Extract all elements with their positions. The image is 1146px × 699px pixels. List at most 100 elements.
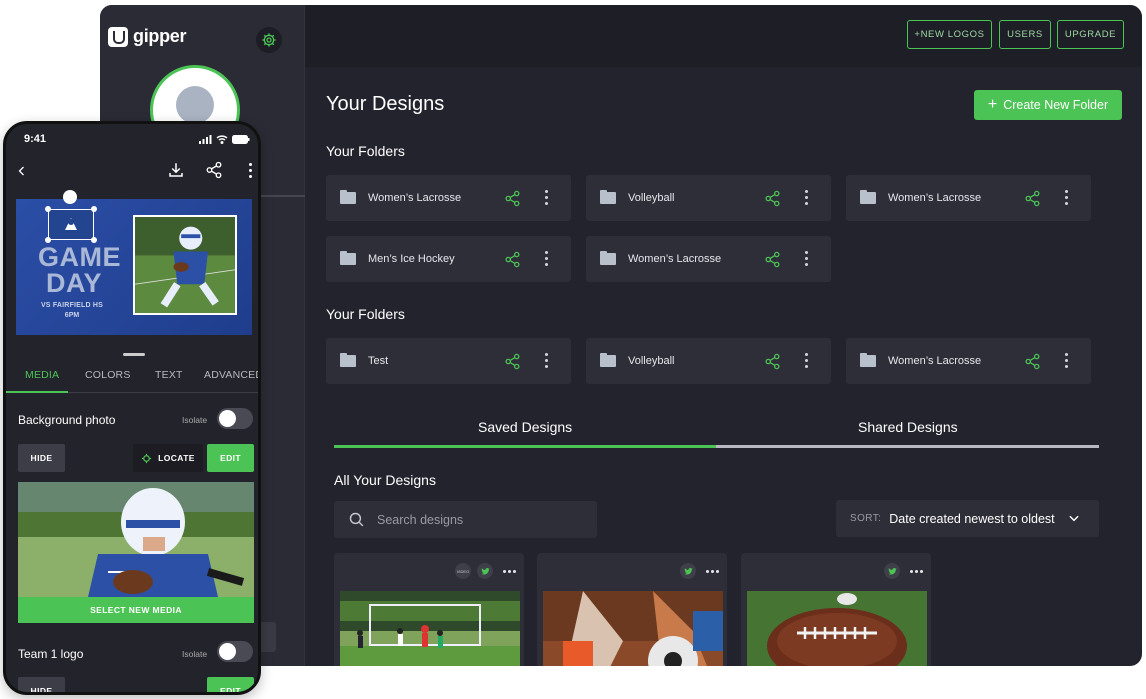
card-meta: VIDEO [455,563,516,579]
isolate-label-2: Isolate [182,649,208,659]
folders-heading-2: Your Folders [326,306,405,322]
folder-name: Volleyball [628,192,675,204]
share-icon[interactable] [764,251,781,268]
more-vertical-icon[interactable] [249,163,252,181]
tab-saved-designs[interactable]: Saved Designs [478,419,572,435]
search-input[interactable] [377,512,577,527]
design-card[interactable]: VIDEO [334,553,524,666]
more-vertical-icon[interactable] [545,353,549,371]
media-photo [18,482,254,597]
more-horizontal-icon[interactable] [910,569,923,573]
folder-name: Volleyball [628,355,675,367]
phone-toolbar [6,160,258,184]
logo-selection[interactable] [45,206,97,243]
resize-handle[interactable] [91,206,97,212]
more-vertical-icon[interactable] [545,190,549,208]
tab-media[interactable]: MEDIA [25,369,59,381]
more-vertical-icon[interactable] [805,353,809,371]
rotate-handle[interactable] [63,190,77,204]
resize-handle[interactable] [45,237,51,243]
gear-icon [262,33,276,47]
folder-icon [600,353,616,367]
folder-item[interactable]: Women’s Lacrosse [586,236,831,282]
design-preview[interactable]: GAME DAY VS FAIRFIELD HS 6PM [16,199,252,335]
more-horizontal-icon[interactable] [706,569,719,573]
phone-tabs: MEDIA COLORS TEXT ADVANCED [6,369,258,393]
isolate-toggle-2[interactable] [217,641,253,662]
hide-button-2[interactable]: HIDE [18,677,65,692]
users-button[interactable]: USERS [999,20,1051,49]
locate-button[interactable]: LOCATE [133,444,203,472]
share-icon[interactable] [1024,190,1041,207]
isolate-label: Isolate [182,415,208,425]
share-icon[interactable] [504,251,521,268]
isolate-toggle[interactable] [217,408,253,429]
share-icon[interactable] [205,161,223,179]
tab-shared-designs[interactable]: Shared Designs [858,419,958,435]
more-vertical-icon[interactable] [1065,190,1069,208]
sheet-handle[interactable] [123,353,145,356]
twitter-icon [680,563,696,579]
create-folder-button[interactable]: + Create New Folder [974,90,1122,120]
edit-button-2[interactable]: EDIT [207,677,254,692]
folder-item[interactable]: Test [326,338,571,384]
locate-label: LOCATE [158,453,195,463]
resize-handle[interactable] [45,206,51,212]
status-time: 9:41 [24,133,47,145]
tab-colors[interactable]: COLORS [85,369,131,381]
search-icon [349,512,364,527]
brand-logo[interactable]: gipper [108,26,187,47]
settings-button[interactable] [256,27,282,53]
upgrade-button[interactable]: UPGRADE [1057,20,1124,49]
avatar-placeholder [176,86,214,124]
design-card[interactable] [741,553,931,666]
video-badge: VIDEO [455,563,471,579]
tab-active-indicator [6,391,68,393]
brand-name: gipper [133,26,187,46]
twitter-icon [477,563,493,579]
resize-handle[interactable] [91,237,97,243]
design-card[interactable] [537,553,727,666]
more-vertical-icon[interactable] [545,251,549,269]
back-chevron-icon[interactable] [16,164,28,178]
battery-icon [232,135,250,144]
share-icon[interactable] [764,190,781,207]
folder-item[interactable]: Volleyball [586,338,831,384]
share-icon[interactable] [504,353,521,370]
tab-text[interactable]: TEXT [155,369,183,381]
folder-name: Women’s Lacrosse [888,192,982,204]
folder-item[interactable]: Women’s Lacrosse [326,175,571,221]
sort-value: Date created newest to oldest [889,511,1055,526]
plus-icon: + [987,96,998,113]
folder-name: Test [368,355,389,367]
more-horizontal-icon[interactable] [503,569,516,573]
folder-icon [340,353,356,367]
card-meta [680,563,719,579]
team-logo-label: Team 1 logo [18,647,84,661]
new-logos-button[interactable]: +NEW LOGOS [907,20,992,49]
more-vertical-icon[interactable] [805,251,809,269]
folder-name: Women’s Lacrosse [628,253,722,265]
more-vertical-icon[interactable] [805,190,809,208]
tab-advanced[interactable]: ADVANCED [204,369,258,381]
tab-active-indicator [334,445,716,448]
background-photo-label: Background photo [18,413,116,427]
folder-item[interactable]: Volleyball [586,175,831,221]
hide-button[interactable]: HIDE [18,444,65,472]
card-meta [884,563,923,579]
folder-icon [860,353,876,367]
signal-icon [199,135,212,144]
folder-item[interactable]: Women’s Lacrosse [846,338,1091,384]
download-icon[interactable] [167,161,185,179]
sort-dropdown[interactable]: SORT: Date created newest to oldest [836,500,1099,537]
select-new-media-button[interactable]: SELECT NEW MEDIA [18,597,254,623]
folder-icon [860,190,876,204]
share-icon[interactable] [764,353,781,370]
edit-button[interactable]: EDIT [207,444,254,472]
hero-photo [133,215,237,315]
folder-item[interactable]: Men’s Ice Hockey [326,236,571,282]
share-icon[interactable] [1024,353,1041,370]
folder-item[interactable]: Women’s Lacrosse [846,175,1091,221]
more-vertical-icon[interactable] [1065,353,1069,371]
share-icon[interactable] [504,190,521,207]
